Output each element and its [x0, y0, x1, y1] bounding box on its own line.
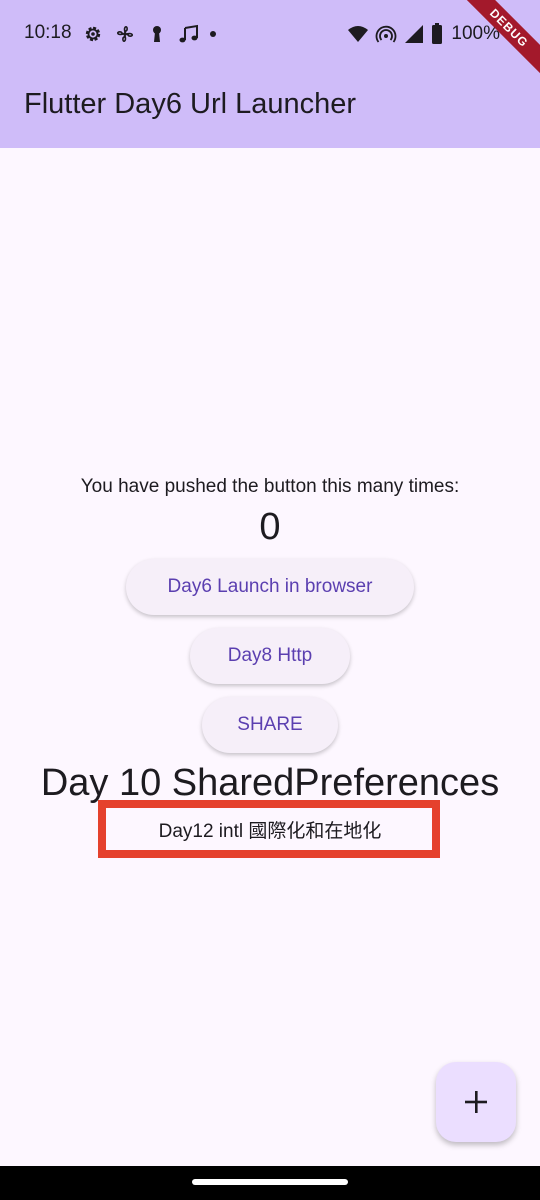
shared-preferences-text: Day 10 SharedPreferences	[40, 762, 500, 804]
counter-value: 0	[259, 506, 281, 548]
navigation-bar	[0, 1166, 540, 1200]
wifi-icon	[347, 23, 369, 45]
app-screen: 10:18 100% Flutter Day6 Url Launcher DEB…	[0, 0, 540, 1200]
notification-dot-icon	[210, 31, 216, 37]
app-bar-title: Flutter Day6 Url Launcher	[24, 88, 357, 120]
http-button[interactable]: Day8 Http	[190, 628, 350, 684]
increment-fab[interactable]	[436, 1062, 516, 1142]
share-button[interactable]: SHARE	[202, 697, 338, 753]
keyhole-icon	[146, 23, 168, 45]
intl-text: Day12 intl 國際化和在地化	[158, 821, 382, 842]
cell-signal-icon	[403, 23, 425, 45]
settings-gear-icon	[82, 23, 104, 45]
status-icons-right: 100%	[347, 22, 500, 46]
status-icons-left	[82, 22, 216, 46]
top-bar: 10:18 100% Flutter Day6 Url Launcher	[0, 0, 540, 148]
hotspot-icon	[375, 23, 397, 45]
fan-icon	[114, 23, 136, 45]
status-time: 10:18	[24, 22, 72, 43]
music-note-icon	[178, 23, 200, 45]
status-bar: 10:18 100%	[0, 0, 540, 68]
counter-label: You have pushed the button this many tim…	[80, 476, 460, 497]
home-gesture-handle[interactable]	[192, 1179, 348, 1185]
battery-icon	[431, 23, 443, 45]
launch-in-browser-button[interactable]: Day6 Launch in browser	[126, 559, 414, 615]
plus-icon	[463, 1089, 489, 1115]
